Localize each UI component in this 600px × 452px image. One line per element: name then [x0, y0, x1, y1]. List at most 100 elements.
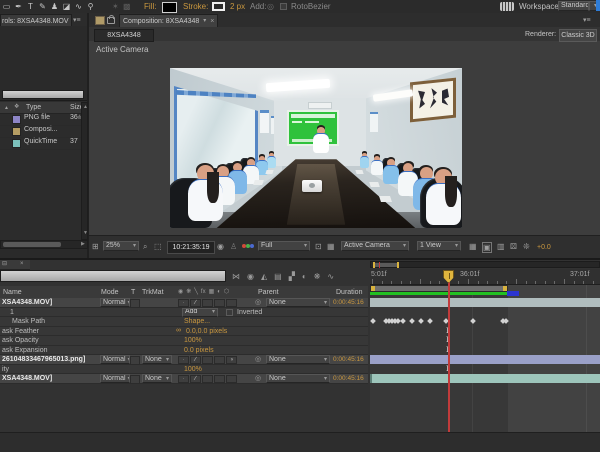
blend-mode-select[interactable]: Normal▾ — [100, 355, 130, 364]
timeline-row[interactable]: XSA4348.MOV]Normal▾None▾·∕◎None▾0:00:45:… — [0, 374, 368, 384]
favorites-star-icon[interactable]: ✶ — [112, 2, 119, 11]
time-ruler[interactable]: 5:01f 36:01f 37:01f — [370, 269, 600, 285]
hide-shy-icon[interactable]: ▤ — [274, 272, 282, 281]
zoom-region-icon[interactable]: ⌕ — [143, 242, 147, 251]
layer-switch[interactable] — [214, 299, 225, 307]
roto-brush-tool-icon[interactable]: ∿ — [74, 1, 83, 12]
timeline-row[interactable]: XSA4348.MOV]Normal▾·∕◎None▾0:00:45:16 — [0, 298, 368, 308]
trkmat-column-header[interactable]: TrkMat — [142, 288, 164, 298]
parent-pickwhip-icon[interactable]: ◎ — [255, 299, 261, 306]
scroll-down-icon[interactable]: ▼ — [83, 231, 88, 236]
mode-column-header[interactable]: Mode — [101, 288, 119, 298]
tab-close-icon[interactable]: × — [210, 17, 214, 26]
layer-switch[interactable] — [202, 356, 213, 364]
feather-link-icon[interactable]: ∞ — [176, 327, 181, 334]
preview-toggle-icon[interactable]: ⊞ — [92, 242, 99, 251]
layer-switch[interactable] — [214, 356, 225, 364]
stroke-width-value[interactable]: 2 px — [230, 2, 245, 12]
add-mode-icon[interactable]: ◎ — [267, 2, 274, 11]
preserve-transparency-toggle[interactable] — [130, 375, 140, 384]
current-timecode[interactable]: 10:21:35:19 — [167, 241, 215, 254]
timeline-row[interactable]: Mask PathShape... — [0, 317, 368, 327]
timeline-row[interactable]: ity100%I — [0, 365, 368, 375]
pen-tool-icon[interactable]: ✒ — [14, 1, 23, 12]
workspace-select[interactable]: Standard — [558, 1, 589, 11]
parent-pickwhip-icon[interactable]: ◎ — [255, 375, 261, 382]
puppet-pin-tool-icon[interactable]: ⚲ — [86, 1, 95, 12]
layer-switch[interactable]: ∕ — [190, 375, 201, 383]
layer-switch[interactable] — [202, 375, 213, 383]
stroke-swatch[interactable] — [212, 2, 225, 11]
property-value[interactable]: 100% — [184, 337, 202, 344]
property-value[interactable]: 100% — [184, 366, 202, 373]
rect-tool-icon[interactable]: ▭ — [2, 1, 11, 12]
duration-value[interactable]: 0:00:45:16 — [333, 299, 364, 306]
roi-icon[interactable]: ⊡ — [315, 242, 322, 251]
fill-swatch[interactable] — [162, 2, 177, 13]
magnification-select[interactable]: 25% ▾ — [103, 241, 139, 251]
layer-bar[interactable] — [370, 298, 600, 307]
type-tool-icon[interactable]: T — [26, 1, 35, 12]
timeline-row[interactable]: ask Opacity100%I — [0, 336, 368, 346]
graph-editor-icon[interactable]: ∿ — [327, 272, 334, 281]
label-tag-icon[interactable]: ❖ — [14, 103, 19, 112]
frame-blend-icon[interactable]: ▞ — [289, 272, 295, 281]
camera-view-select[interactable]: Active Camera ▾ — [341, 241, 409, 251]
snapshot-icon[interactable]: ◉ — [217, 242, 224, 251]
timeline-row[interactable]: 26104833467965013.png]Normal▾None▾·∕◑◎No… — [0, 355, 368, 365]
live-update-icon[interactable]: ◉ — [247, 272, 254, 281]
property-value[interactable]: Shape... — [184, 318, 210, 325]
pixel-aspect-icon[interactable]: ▥ — [497, 242, 505, 251]
project-vertical-scrollbar[interactable]: ▲ ▼ — [81, 102, 88, 240]
brush-tool-icon[interactable]: ✎ — [38, 1, 47, 12]
channels-icon[interactable] — [242, 244, 254, 250]
duration-column-header[interactable]: Duration — [336, 288, 362, 298]
trkmat-select[interactable]: None▾ — [142, 374, 172, 383]
safe-margins-icon[interactable]: ⬚ — [154, 242, 162, 251]
blend-mode-select[interactable]: Normal▾ — [100, 374, 130, 383]
layer-bar[interactable] — [370, 374, 600, 383]
scroll-thumb[interactable] — [3, 242, 61, 247]
exposure-value[interactable]: +0.0 — [537, 243, 551, 253]
type-column-header[interactable]: Type — [26, 103, 41, 113]
lock-icon[interactable] — [107, 17, 115, 24]
layer-switch[interactable]: ◑ — [226, 356, 237, 364]
keyboard-shortcuts-icon[interactable] — [500, 2, 514, 11]
layer-switch[interactable] — [202, 299, 213, 307]
eraser-tool-icon[interactable]: ◪ — [62, 1, 71, 12]
duration-value[interactable]: 0:00:45:16 — [333, 356, 364, 363]
parent-column-header[interactable]: Parent — [258, 288, 279, 298]
parent-select[interactable]: None▾ — [266, 298, 330, 307]
layer-bar[interactable] — [370, 355, 600, 364]
clone-stamp-tool-icon[interactable]: ♟ — [50, 1, 59, 12]
transparency-grid-icon[interactable]: ▦ — [327, 242, 335, 251]
layer-switch[interactable] — [214, 375, 225, 383]
composition-tab[interactable]: Composition: 8XSA4348 ▾ × — [119, 14, 218, 27]
project-item-row[interactable]: QuickTime37 — [0, 137, 82, 150]
parent-pickwhip-icon[interactable]: ◎ — [255, 356, 261, 363]
timeline-row[interactable]: 1Add▾Inverted — [0, 308, 368, 318]
draft-3d-icon[interactable]: ◭ — [261, 272, 267, 281]
timeline-tab-close-icon[interactable]: × — [20, 260, 24, 269]
show-snapshot-icon[interactable]: ♙ — [230, 242, 237, 251]
tab-dropdown-icon[interactable]: ▾ — [203, 17, 206, 26]
layer-switch[interactable]: ∕ — [190, 299, 201, 307]
blend-mode-select[interactable]: Normal▾ — [100, 298, 130, 307]
layer-switch[interactable]: · — [178, 299, 189, 307]
timeline-row[interactable]: ask Expansion0.0 pixelsI — [0, 346, 368, 356]
motion-blur-icon[interactable]: ◐ — [302, 272, 307, 281]
mini-flowchart-icon[interactable]: ⚄ — [510, 242, 517, 251]
favorites-box-icon[interactable]: ▩ — [123, 2, 131, 11]
trkmat-select[interactable]: None▾ — [142, 355, 172, 364]
timeline-search-input[interactable] — [0, 270, 226, 282]
timeline-tab[interactable]: ⊟ × — [0, 260, 30, 270]
sort-arrow-icon[interactable]: ▲ — [4, 104, 9, 113]
exposure-icon[interactable]: ❊ — [523, 242, 530, 251]
layer-switch[interactable]: · — [178, 375, 189, 383]
work-area-bar[interactable] — [370, 285, 508, 292]
view-layout-select[interactable]: 1 View ▾ — [417, 241, 461, 251]
layer-switch[interactable] — [226, 299, 237, 307]
resolution-select[interactable]: Full ▾ — [258, 241, 310, 251]
renderer-button[interactable]: Classic 3D — [559, 29, 597, 42]
parent-select[interactable]: None▾ — [266, 355, 330, 364]
